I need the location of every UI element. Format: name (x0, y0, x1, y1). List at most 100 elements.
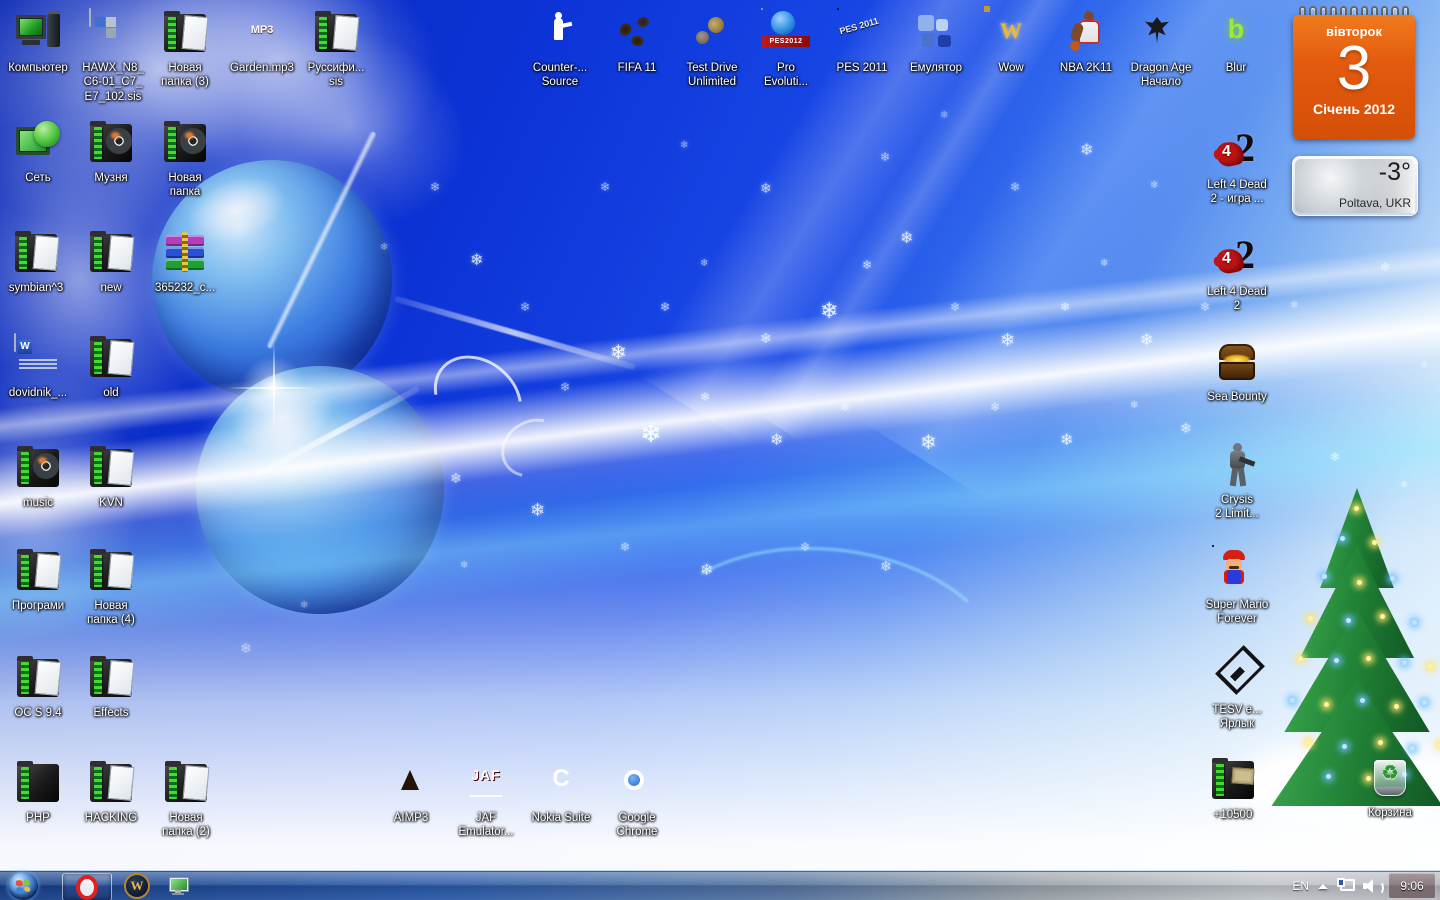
icon-part: C (535, 758, 587, 808)
display-base (172, 893, 184, 895)
icon-part: JAF (462, 759, 510, 807)
volume-icon[interactable] (1363, 878, 1384, 895)
desktop-icon-blur[interactable]: b Blur (1191, 8, 1281, 75)
icon-part (34, 660, 62, 696)
clock[interactable]: 9:06 (1388, 873, 1436, 899)
calendar-gadget[interactable]: вівторок 3 Січень 2012 (1293, 6, 1415, 142)
desktop-icon-russifi-sis[interactable]: Руссифи... sis (291, 8, 381, 90)
icon-part: JAF (460, 758, 512, 808)
desktop-icon-tesv[interactable]: TESV e... Ярлык (1192, 645, 1282, 732)
icon-part: sis (328, 76, 344, 89)
icon-part (1207, 755, 1259, 805)
opera-icon (76, 874, 98, 900)
desktop-icon-new-folder-4[interactable]: Новая папка (4) (66, 546, 156, 628)
icon-part: Forever (1217, 613, 1257, 626)
icon-part: TESV e... (1212, 704, 1262, 716)
taskbar-button-display[interactable] (164, 873, 194, 899)
icon-part (611, 758, 663, 808)
icon-part: b (1210, 8, 1262, 58)
icon-part (85, 333, 137, 383)
icon-part: 24 (1211, 125, 1263, 175)
icon-part: ♻ (1366, 754, 1414, 802)
icon-part: Руссифи... (307, 62, 365, 74)
start-button[interactable] (8, 872, 38, 900)
desktop-icon-new-folder-2[interactable]: Новая папка (2) (141, 758, 231, 840)
desktop-icon-l4d2-igra[interactable]: 2 4 Left 4 Dead 2 - игра ... (1192, 125, 1282, 207)
network-icon[interactable] (1337, 878, 1355, 894)
icon-label: Effects (94, 706, 129, 720)
icon-label: PES 2011 (837, 61, 888, 75)
desktop-icon-mario-forever[interactable]: Super Mario Forever (1192, 545, 1282, 627)
icon-label: 365232_c... (155, 281, 215, 295)
icon-part: Crysis (1221, 494, 1253, 506)
icon-part: Компьютер (8, 62, 68, 74)
icon-label: NBA 2K11 (1060, 61, 1112, 75)
icon-part: W (1000, 18, 1022, 43)
speaker-cone (1365, 879, 1373, 893)
icon-part (85, 758, 137, 808)
desktop-icon-old[interactable]: old (66, 333, 156, 400)
icon-part (21, 555, 29, 587)
icon-part: Начало (1140, 76, 1182, 89)
desktop-icon-effects[interactable]: Effects (66, 653, 156, 720)
calendar-day: 3 (1336, 34, 1372, 103)
icon-part (1237, 467, 1247, 487)
icon-part (706, 15, 726, 35)
weather-gadget[interactable]: -3° Poltava, UKR (1292, 156, 1418, 216)
icon-label: Сеть (25, 171, 51, 185)
show-hidden-icons-arrow[interactable] (1318, 883, 1328, 889)
icon-part: Emulator... (458, 826, 514, 839)
icon-label: Програми (12, 599, 64, 613)
desktop-icon-recycle-bin[interactable]: ♻ Корзина (1345, 753, 1435, 820)
desktop-icon-rar-365232[interactable]: 365232_c... (140, 228, 230, 295)
desktop-icons: Компьютер HAWX_N8_ C6-01_C7_ E7_102.sis Нова… (0, 0, 1440, 900)
icon-part (18, 340, 32, 354)
icon-part (14, 444, 62, 492)
language-indicator[interactable]: EN (1292, 879, 1309, 893)
desktop-icon-kvn[interactable]: KVN (66, 443, 156, 510)
taskbar-button-opera[interactable] (62, 873, 112, 900)
icon-part (332, 15, 360, 51)
icon-part (182, 232, 188, 272)
icon-part (936, 19, 948, 31)
icon-part (613, 9, 661, 57)
desktop-icon-new-folder[interactable]: Новая папка (140, 118, 230, 200)
icon-part (89, 8, 137, 57)
icon-label: Google Chrome (617, 811, 658, 840)
icon-label: Dragon Age Начало (1131, 61, 1192, 90)
icon-part (1211, 545, 1263, 595)
icon-part: 24 (1211, 232, 1263, 282)
icon-part: Емулятор (909, 62, 963, 74)
icon-label: old (103, 386, 118, 400)
icon-label: Новая папка (3) (161, 61, 209, 90)
icon-part: FIFA 11 (617, 62, 657, 74)
icon-part (16, 15, 46, 39)
icon-part: Програми (11, 600, 65, 612)
icon-part (159, 118, 211, 168)
icon-part (1060, 8, 1112, 58)
icon-part (162, 759, 210, 807)
icon-part: b (1227, 14, 1245, 44)
icon-part (87, 8, 139, 58)
icon-part (95, 17, 105, 27)
icon-part: папка (4) (87, 614, 135, 627)
desktop-icon-crysis2[interactable]: Crysis 2 Limit... (1192, 440, 1282, 522)
icon-part: Source (541, 76, 579, 89)
desktop-icon-sea-bounty[interactable]: Sea Bounty (1192, 337, 1282, 404)
icon-part (94, 237, 102, 269)
icon-label: Left 4 Dead 2 - игра ... (1207, 178, 1266, 207)
icon-part (19, 237, 27, 269)
icon-part: C6-01_C7_ (83, 76, 143, 89)
icon-part (310, 8, 362, 58)
icon-label: Left 4 Dead 2 (1207, 285, 1266, 314)
icon-part (387, 759, 435, 807)
icon-part: PES2012 (762, 9, 810, 57)
icon-part (1213, 441, 1261, 489)
taskbar-button-wow[interactable]: W (122, 873, 152, 899)
desktop-icon-plus10500[interactable]: +10500 (1188, 755, 1278, 822)
desktop-icon-chrome[interactable]: Google Chrome (592, 758, 682, 840)
desktop-icon-l4d2[interactable]: 2 4 Left 4 Dead 2 (1192, 232, 1282, 314)
icon-part (1209, 756, 1257, 804)
icon-part: KVN (99, 497, 123, 509)
icon-part (94, 452, 102, 484)
